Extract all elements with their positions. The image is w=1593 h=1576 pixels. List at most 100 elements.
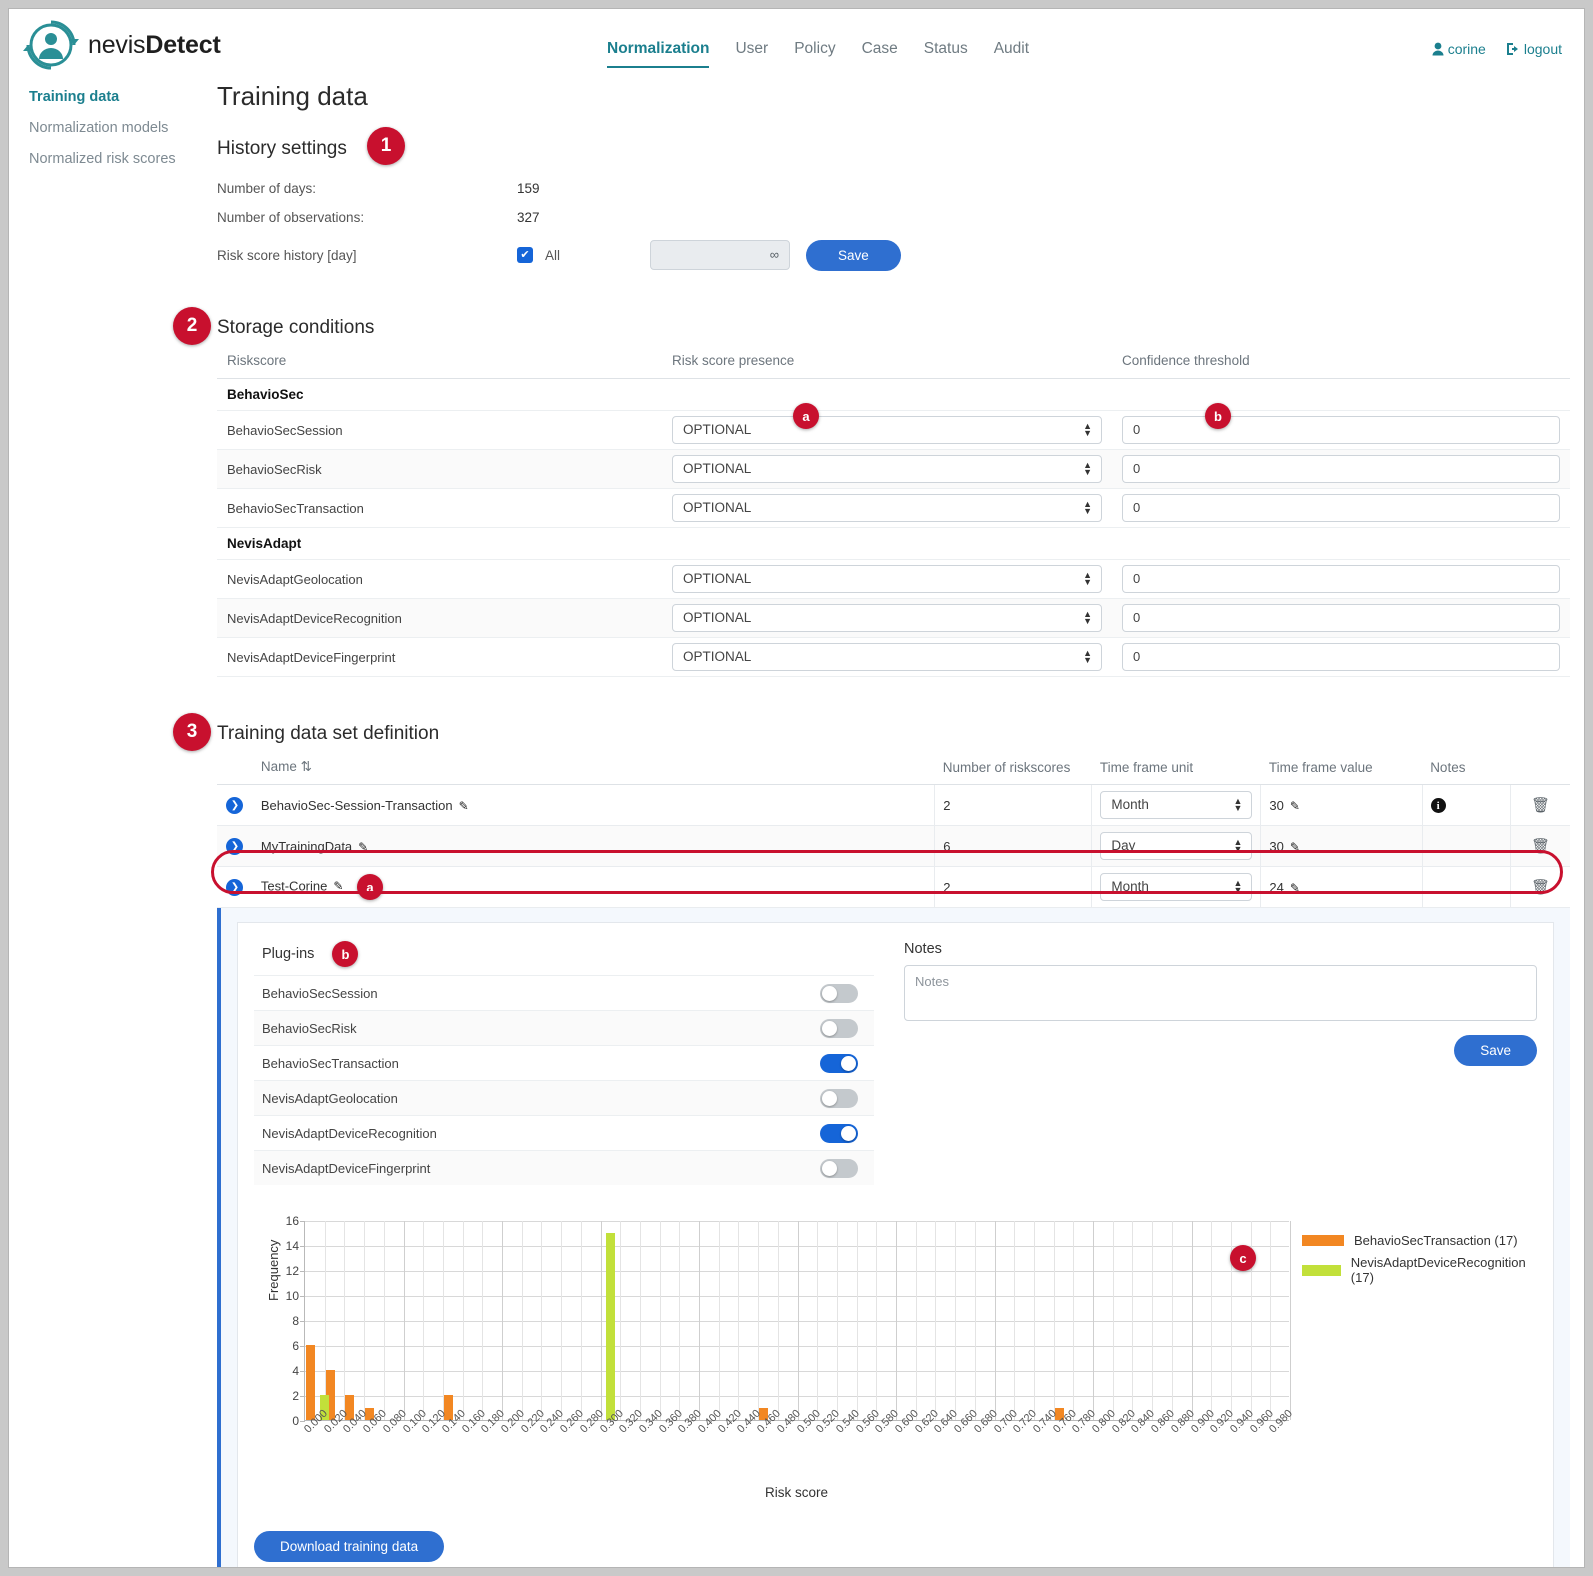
confidence-input[interactable]: 0 [1122, 643, 1560, 671]
chart-gridline-v [482, 1221, 484, 1420]
chart-y-tick-mark [300, 1396, 305, 1397]
edit-value-icon[interactable]: ✎ [1290, 840, 1300, 854]
plugin-name: NevisAdaptGeolocation [262, 1090, 398, 1106]
plugin-toggle[interactable] [820, 983, 858, 1003]
plugin-toggle[interactable] [820, 1088, 858, 1108]
presence-cell: OPTIONAL ▲ ▼ [662, 598, 1112, 638]
plugin-toggle[interactable] [820, 1018, 858, 1038]
presence-select[interactable]: OPTIONAL ▲ ▼ [672, 455, 1102, 483]
confidence-input[interactable]: 0 [1122, 455, 1560, 483]
app-window: nevisDetect Normalization User Policy Ca… [8, 8, 1585, 1568]
sidebar-item-normalization-models[interactable]: Normalization models [29, 120, 209, 136]
logout-icon [1506, 43, 1518, 55]
time-frame-unit-select[interactable]: Day ▲ ▼ [1100, 832, 1253, 860]
plugin-row: NevisAdaptDeviceRecognition [254, 1115, 874, 1150]
col-time-frame-value: Time frame value [1260, 759, 1423, 785]
presence-select[interactable]: OPTIONAL ▲ ▼ [672, 565, 1102, 593]
plugin-name: NevisAdaptDeviceRecognition [262, 1125, 437, 1141]
edit-name-icon[interactable]: ✎ [459, 799, 469, 813]
confidence-cell: 0 [1112, 488, 1570, 528]
chart-gridline-v [620, 1221, 622, 1420]
chart-y-tick-label: 14 [285, 1239, 299, 1253]
sidebar-item-training-data[interactable]: Training data [29, 89, 209, 105]
nav-item-user[interactable]: User [735, 40, 768, 68]
risk-score-histogram: Frequency 0 2 4 6 8 10 12 14 16 Risk score c Beh… [254, 1213, 1537, 1513]
chevron-right-icon[interactable]: ❯ [226, 838, 244, 855]
top-navigation[interactable]: Normalization User Policy Case Status Au… [607, 40, 1029, 68]
dataset-name: MyTrainingData [260, 838, 353, 854]
presence-select[interactable]: OPTIONAL ▲ ▼ [672, 643, 1102, 671]
download-training-data-button[interactable]: Download training data [254, 1531, 445, 1562]
delete-icon[interactable]: 🗑 [1531, 879, 1550, 896]
all-checkbox[interactable]: ✔ [517, 247, 533, 263]
info-icon[interactable]: i [1430, 798, 1446, 814]
col-name[interactable]: Name ⇅ [252, 759, 935, 785]
legend-item[interactable]: BehavioSecTransaction (17) [1302, 1233, 1537, 1248]
delete-icon[interactable]: 🗑 [1531, 797, 1550, 814]
time-frame-unit-select[interactable]: Month ▲ ▼ [1100, 791, 1253, 819]
history-row-observations: Number of observations: 327 [217, 203, 1570, 232]
presence-select[interactable]: OPTIONAL ▲ ▼ [672, 494, 1102, 522]
plugin-toggle[interactable] [820, 1158, 858, 1178]
col-name-label: Name [260, 759, 297, 774]
time-frame-unit-select[interactable]: Month ▲ ▼ [1100, 873, 1253, 901]
chevron-down-icon[interactable]: ❯ [226, 879, 244, 896]
plugins-panel: Plug-ins b BehavioSecSession BehavioSecR… [254, 937, 874, 1185]
nav-item-normalization[interactable]: Normalization [607, 40, 710, 68]
notes-textarea[interactable]: Notes [904, 965, 1537, 1021]
confidence-input[interactable]: 0 [1122, 604, 1560, 632]
chart-gridline-v [442, 1221, 444, 1420]
history-observations-label: Number of observations: [217, 210, 365, 225]
plugin-row: NevisAdaptDeviceFingerprint [254, 1150, 874, 1185]
history-save-button[interactable]: Save [806, 239, 901, 271]
confidence-input[interactable]: 0 [1122, 565, 1560, 593]
nav-item-case[interactable]: Case [862, 40, 898, 68]
group-label-nevisadapt: NevisAdapt [217, 527, 1570, 560]
chart-y-tick-mark [300, 1271, 305, 1272]
nav-item-status[interactable]: Status [924, 40, 968, 68]
user-name: corine [1447, 41, 1486, 57]
history-row-days: Number of days: 159 [217, 174, 1570, 203]
chevron-right-icon[interactable]: ❯ [226, 797, 244, 814]
logout-button[interactable]: logout [1506, 41, 1562, 57]
plugins-title: Plug-ins [262, 945, 315, 962]
legend-label: BehavioSecTransaction (17) [1354, 1233, 1518, 1248]
notes-cell [1422, 825, 1512, 867]
delete-icon[interactable]: 🗑 [1531, 838, 1550, 855]
chevron-updown-icon: ▲ ▼ [1083, 499, 1092, 516]
presence-cell: OPTIONAL ▲ ▼ [662, 559, 1112, 599]
nav-item-policy[interactable]: Policy [794, 40, 835, 68]
presence-select[interactable]: OPTIONAL ▲ ▼ [672, 604, 1102, 632]
risk-score-history-input[interactable]: ∞ [650, 240, 791, 270]
legend-item[interactable]: NevisAdaptDeviceRecognition (17) [1302, 1255, 1537, 1285]
callout-badge-c-legend: c [1230, 1245, 1256, 1271]
confidence-input[interactable]: 0 [1122, 494, 1560, 522]
table-row: ❯ BehavioSec-Session-Transaction ✎ 2 Mont… [217, 784, 1570, 826]
confidence-cell: 0 [1112, 598, 1570, 638]
app-header: nevisDetect Normalization User Policy Ca… [9, 9, 1584, 85]
chart-gridline-v [1171, 1221, 1173, 1420]
riskscore-name: BehavioSecSession [217, 410, 662, 450]
edit-value-icon[interactable]: ✎ [1290, 881, 1300, 895]
edit-name-icon[interactable]: ✎ [333, 879, 343, 893]
chart-gridline-v [364, 1221, 366, 1420]
edit-name-icon[interactable]: ✎ [358, 840, 368, 854]
chart-gridline-v [344, 1221, 346, 1420]
chart-y-tick-label: 8 [292, 1314, 299, 1328]
chart-gridline-v [1112, 1221, 1114, 1420]
riskscore-name: NevisAdaptDeviceRecognition [217, 598, 662, 638]
sidebar-item-normalized-risk-scores[interactable]: Normalized risk scores [29, 151, 209, 167]
plugin-toggle[interactable] [820, 1053, 858, 1073]
presence-select[interactable]: OPTIONAL ▲ ▼ [672, 416, 1102, 444]
plugin-name: BehavioSecSession [262, 985, 378, 1001]
current-user[interactable]: corine [1432, 41, 1486, 57]
sort-icon[interactable]: ⇅ [301, 759, 312, 774]
edit-value-icon[interactable]: ✎ [1290, 799, 1300, 813]
nav-item-audit[interactable]: Audit [994, 40, 1029, 68]
time-frame-unit-cell: Day ▲ ▼ [1091, 825, 1262, 867]
all-checkbox-label: All [545, 247, 561, 263]
detail-save-button[interactable]: Save [1454, 1035, 1537, 1066]
dataset-name-cell: Test-Corine ✎ a [252, 866, 936, 908]
plugin-toggle[interactable] [820, 1123, 858, 1143]
confidence-input[interactable]: 0 [1122, 416, 1560, 444]
